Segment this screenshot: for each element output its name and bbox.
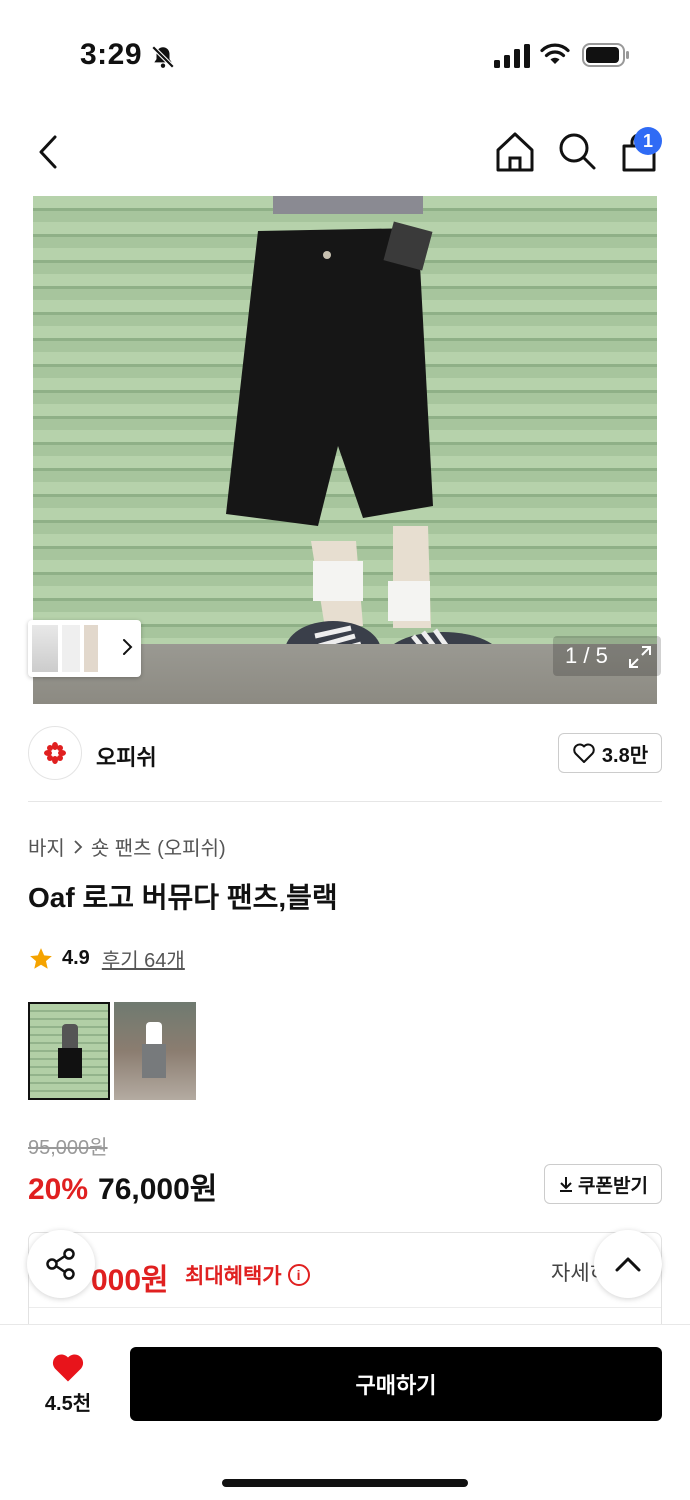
- expand-icon[interactable]: [627, 644, 653, 670]
- divider: [28, 801, 662, 802]
- discount-rate: 20%: [28, 1173, 89, 1206]
- info-icon[interactable]: i: [287, 1264, 310, 1286]
- back-button[interactable]: [28, 130, 68, 174]
- thumbnail-2[interactable]: [62, 625, 80, 672]
- rating-row: 4.9 후기 64개: [28, 944, 185, 973]
- benefit-label: 최대혜택가 i: [185, 1260, 310, 1290]
- original-price: 95,000원: [28, 1137, 108, 1159]
- rating-value: 4.9: [62, 947, 90, 969]
- chevron-right-icon: [123, 639, 133, 655]
- chevron-up-icon: [615, 1257, 641, 1272]
- bell-slash-icon: [151, 45, 175, 69]
- review-link[interactable]: 후기 64개: [102, 944, 185, 973]
- variant-gray-figure: [142, 1022, 166, 1086]
- price-row: 20% 76,000원: [28, 1164, 217, 1208]
- wishlist-button[interactable]: 4.5천: [28, 1351, 108, 1421]
- top-nav: [0, 110, 690, 196]
- benefit-label-text: 최대혜택가: [185, 1265, 282, 1288]
- buy-button[interactable]: 구매하기: [130, 1347, 662, 1421]
- status-bar: 3:29: [0, 0, 690, 110]
- thumbnail-3[interactable]: [84, 625, 98, 672]
- chevron-right-icon: [74, 839, 83, 854]
- home-icon: [496, 132, 534, 172]
- bottom-action-bar: 4.5천 구매하기: [0, 1324, 690, 1500]
- brand-logo[interactable]: [28, 726, 82, 780]
- signal-icon: [494, 44, 530, 68]
- heart-outline-icon: [573, 743, 595, 763]
- variant-black[interactable]: [28, 1002, 110, 1100]
- sale-price: 76,000원: [98, 1173, 218, 1206]
- download-icon: [560, 1177, 573, 1192]
- chevron-left-icon: [39, 135, 57, 169]
- breadcrumb-subcategory[interactable]: 숏 팬츠 (오피쉬): [91, 832, 226, 861]
- cart-count-badge: 1: [634, 127, 662, 155]
- star-icon: [30, 947, 52, 969]
- brand-name[interactable]: 오피쉬: [96, 740, 157, 772]
- home-button[interactable]: [494, 130, 536, 174]
- scroll-to-top-button[interactable]: [594, 1230, 662, 1298]
- coupon-button[interactable]: 쿠폰받기: [544, 1164, 662, 1204]
- brand-row: 오피쉬 3.8만: [28, 726, 662, 782]
- search-icon: [559, 133, 596, 170]
- thumbnail-1[interactable]: [32, 625, 58, 672]
- breadcrumb-category[interactable]: 바지: [28, 832, 65, 861]
- divider: [29, 1307, 661, 1308]
- battery-icon: [582, 43, 629, 67]
- product-title: Oaf 로고 버뮤다 팬츠,블랙: [28, 882, 338, 913]
- breadcrumb: 바지 숏 팬츠 (오피쉬): [28, 832, 226, 861]
- brand-flower-icon: [44, 742, 66, 764]
- share-button[interactable]: [27, 1230, 95, 1298]
- home-indicator: [222, 1479, 468, 1487]
- search-button[interactable]: [556, 130, 598, 174]
- image-page-indicator: 1 / 5: [553, 636, 661, 676]
- gallery-thumbnails[interactable]: [28, 620, 141, 677]
- brand-like-button[interactable]: 3.8만: [558, 733, 662, 773]
- benefit-price: 000원: [91, 1264, 169, 1297]
- coupon-label: 쿠폰받기: [578, 1175, 648, 1197]
- page-indicator-text: 1 / 5: [565, 643, 608, 668]
- heart-filled-icon: [52, 1354, 84, 1382]
- wishlist-count: 4.5천: [44, 1393, 92, 1415]
- color-variants: [28, 1002, 196, 1100]
- variant-gray[interactable]: [114, 1002, 196, 1100]
- variant-black-figure: [58, 1024, 82, 1088]
- wifi-icon: [540, 43, 570, 64]
- status-time: 3:29: [80, 38, 143, 71]
- brand-like-count: 3.8만: [601, 744, 649, 767]
- share-icon: [46, 1248, 75, 1280]
